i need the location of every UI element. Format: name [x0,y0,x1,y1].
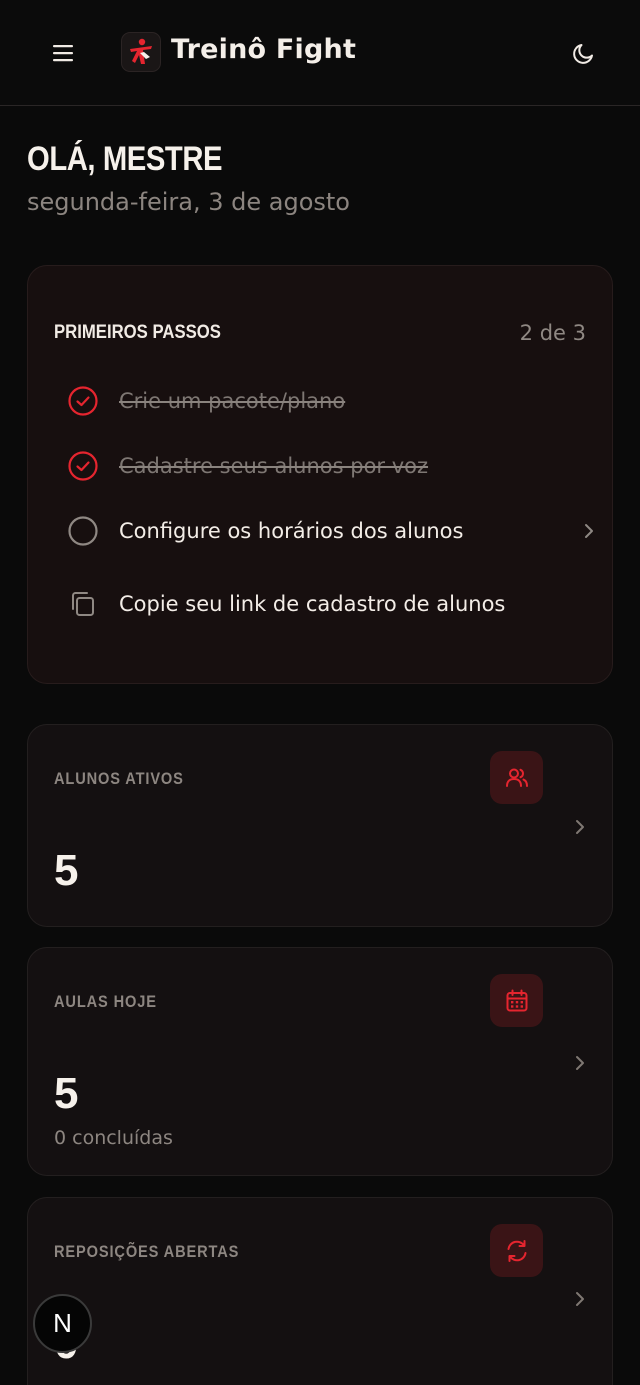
chevron-right-icon [576,1056,584,1070]
step-label: Cadastre seus alunos por voz [119,454,429,478]
current-date: segunda-feira, 3 de agosto [27,188,350,216]
step-register-students[interactable]: Cadastre seus alunos por voz [66,446,596,486]
refresh-icon [490,1224,543,1277]
stat-value: 5 [54,1069,79,1118]
menu-icon [53,45,73,62]
empty-circle-icon [66,514,100,548]
theme-toggle-button[interactable] [565,34,603,72]
chevron-right-icon [576,820,584,834]
onboarding-card: PRIMEIROS PASSOS 2 de 3 Crie um pacote/p… [27,265,613,684]
moon-icon [573,44,593,64]
step-copy-signup-link[interactable]: Copie seu link de cadastro de alunos [66,584,596,624]
stat-label: REPOSIÇÕES ABERTAS [54,1242,240,1261]
check-circle-icon [66,449,100,483]
page-title: OLÁ, MESTRE [27,140,223,178]
brand-logo[interactable] [121,32,161,72]
app-header: Treinô Fight [0,0,640,106]
stat-value: 5 [54,846,79,895]
step-configure-schedules[interactable]: Configure os horários dos alunos [66,511,596,551]
copy-icon [66,587,100,621]
calendar-icon [490,974,543,1027]
brand-name[interactable]: Treinô Fight [171,34,356,65]
fighter-logo-icon [130,38,152,64]
stat-card-active-students[interactable]: ALUNOS ATIVOS 5 [27,724,613,927]
step-label: Copie seu link de cadastro de alunos [119,592,506,616]
stat-label: ALUNOS ATIVOS [54,769,184,788]
stat-label: AULAS HOJE [54,992,157,1011]
chevron-right-icon [582,521,596,545]
users-icon [490,751,543,804]
onboarding-title: PRIMEIROS PASSOS [54,322,221,343]
menu-button[interactable] [44,34,82,72]
check-circle-icon [66,384,100,418]
stat-card-open-replacements[interactable]: REPOSIÇÕES ABERTAS 0 [27,1197,613,1385]
chevron-right-icon [576,1292,584,1306]
step-label: Configure os horários dos alunos [119,519,464,543]
step-create-plan[interactable]: Crie um pacote/plano [66,381,596,421]
stat-subtext: 0 concluídas [54,1127,173,1149]
onboarding-progress: 2 de 3 [519,321,586,345]
stat-card-classes-today[interactable]: AULAS HOJE 5 0 concluídas [27,947,613,1176]
dev-tools-badge[interactable]: N [33,1294,92,1353]
step-label: Crie um pacote/plano [119,389,346,413]
